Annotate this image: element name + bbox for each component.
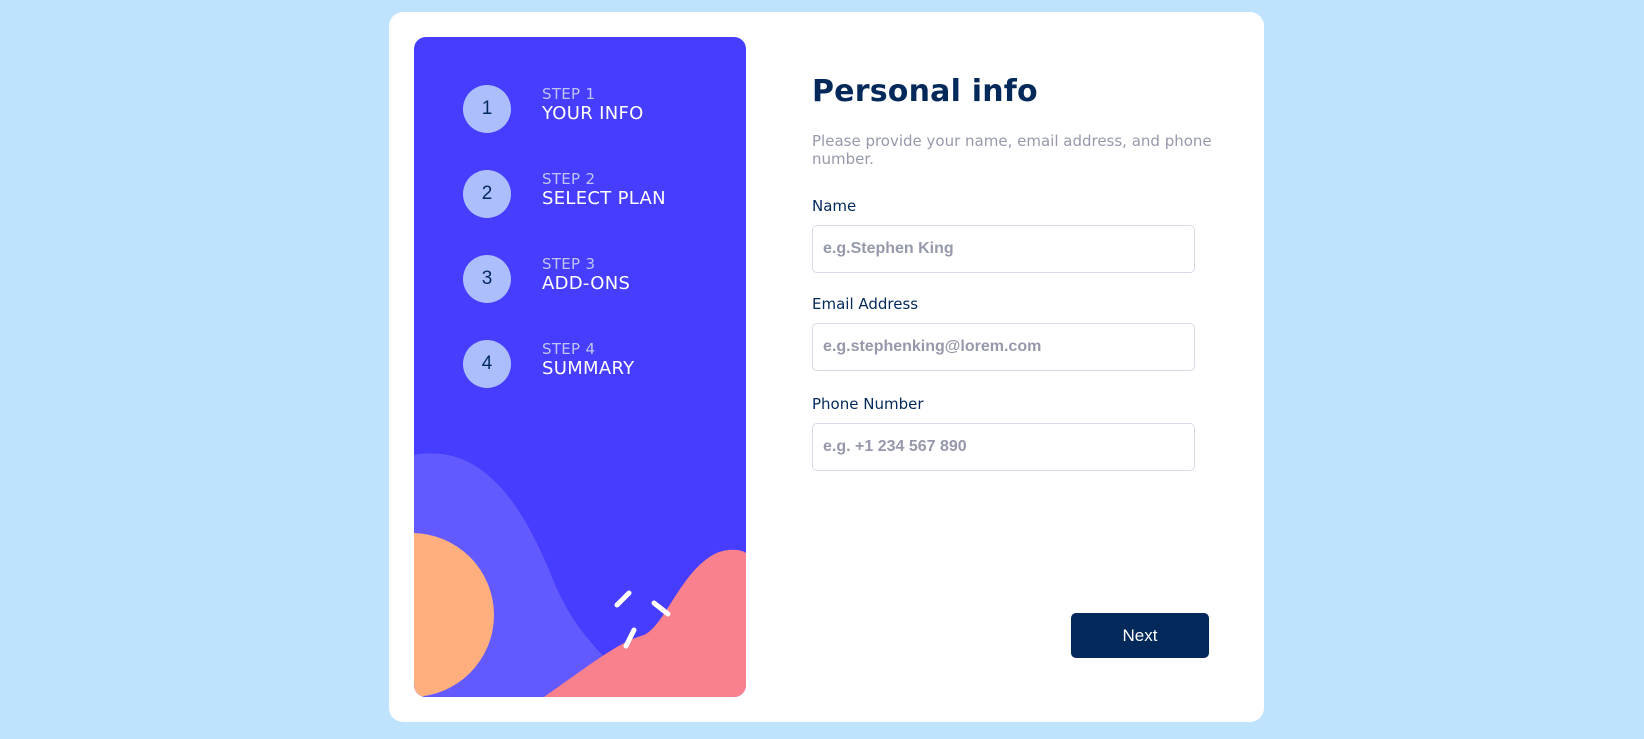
step-text: STEP 2 SELECT PLAN [542, 170, 666, 210]
step-number-circle: 1 [463, 85, 511, 133]
step-2[interactable]: 2 STEP 2 SELECT PLAN [463, 170, 733, 218]
step-1[interactable]: 1 STEP 1 YOUR INFO [463, 85, 733, 133]
name-input[interactable] [812, 225, 1195, 273]
step-title: SUMMARY [542, 358, 635, 379]
phone-input[interactable] [812, 423, 1195, 471]
sparkle-dash-shape [614, 590, 632, 608]
step-sidebar: 1 STEP 1 YOUR INFO 2 STEP 2 SELECT PLAN … [414, 37, 746, 697]
phone-label: Phone Number [812, 395, 924, 413]
email-input[interactable] [812, 323, 1195, 371]
step-title: YOUR INFO [542, 103, 644, 124]
email-label: Email Address [812, 295, 919, 313]
step-label: STEP 2 [542, 170, 596, 188]
step-number-circle: 3 [463, 255, 511, 303]
step-title: ADD-ONS [542, 273, 631, 294]
sparkle-dash-shape [651, 600, 671, 617]
step-text: STEP 3 ADD-ONS [542, 255, 630, 295]
step-number-circle: 4 [463, 340, 511, 388]
step-text: STEP 1 YOUR INFO [542, 85, 644, 125]
step-label: STEP 1 [542, 85, 596, 103]
next-button[interactable]: Next [1071, 613, 1209, 658]
page-title: Personal info [812, 74, 1038, 109]
step-4[interactable]: 4 STEP 4 SUMMARY [463, 340, 733, 388]
step-label: STEP 4 [542, 340, 596, 358]
step-3[interactable]: 3 STEP 3 ADD-ONS [463, 255, 733, 303]
step-text: STEP 4 SUMMARY [542, 340, 634, 380]
step-title: SELECT PLAN [542, 188, 666, 209]
name-label: Name [812, 197, 857, 215]
step-label: STEP 3 [542, 255, 596, 273]
step-number-circle: 2 [463, 170, 511, 218]
form-card: 1 STEP 1 YOUR INFO 2 STEP 2 SELECT PLAN … [389, 12, 1264, 722]
page-subtitle: Please provide your name, email address,… [812, 132, 1212, 168]
